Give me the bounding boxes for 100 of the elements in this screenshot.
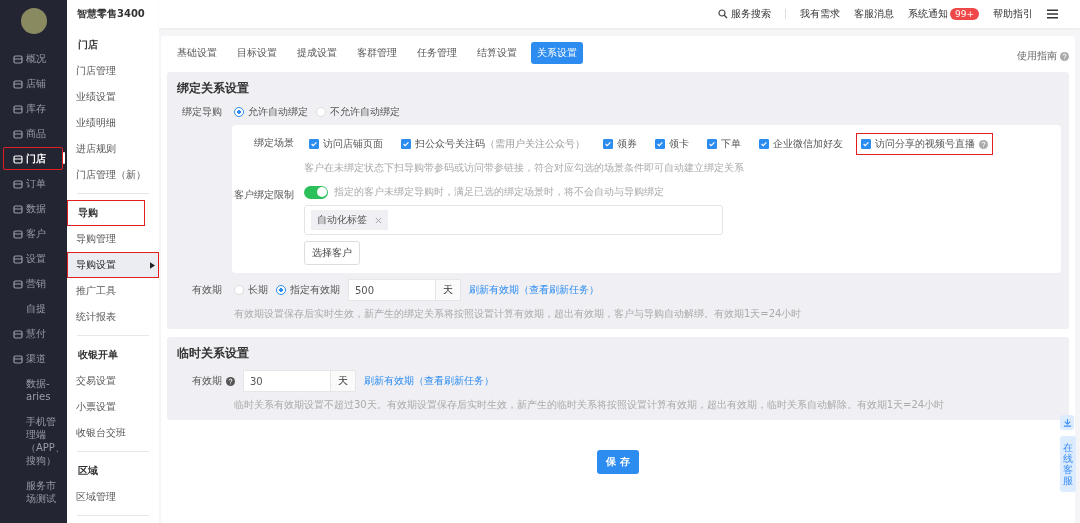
tab[interactable]: 提成设置 — [291, 42, 343, 64]
select-customer-button[interactable]: 选择客户 — [304, 241, 360, 265]
toggle-switch[interactable] — [304, 185, 328, 199]
nav-icon — [13, 228, 23, 239]
submenu-item[interactable]: 收银台交班 — [67, 420, 159, 446]
submenu-item[interactable]: 进店规则 — [67, 136, 159, 162]
nav-icon — [13, 203, 23, 214]
checkbox-option[interactable]: 访问分享的视频号直播 — [856, 133, 993, 155]
menu-group-title: 导购 — [67, 200, 145, 226]
nav-item[interactable]: 订单 — [3, 172, 63, 195]
nav-item[interactable]: 门店 — [3, 147, 63, 170]
avatar-placeholder — [20, 8, 47, 34]
submenu-item[interactable]: 交易设置 — [67, 368, 159, 394]
checkbox[interactable] — [759, 139, 769, 149]
hint-text: 临时关系有效期设置不超过30天。有效期设置保存后实时生效，新产生的临时关系将按照设置计算有效期，超出有效期，临时关系自动解除。有效期1天=24小时 — [233, 398, 946, 412]
submenu-item[interactable]: 门店管理（新） — [67, 162, 159, 188]
checkbox[interactable] — [603, 139, 613, 149]
hint-text: 指定的客户未绑定导购时，满足已选的绑定场景时，将不会自动与导购绑定 — [334, 185, 664, 199]
field-label: 客户绑定限制 — [233, 188, 294, 202]
nav-item[interactable]: 服务市场测试 — [3, 474, 63, 510]
tab[interactable]: 客群管理 — [351, 42, 403, 64]
nav-item[interactable]: 数据 — [3, 197, 63, 220]
checkbox[interactable] — [707, 139, 717, 149]
download-button[interactable] — [1060, 415, 1074, 430]
radio-button[interactable] — [276, 285, 286, 295]
radio-option[interactable]: 长期 — [234, 283, 268, 297]
section-title: 临时关系设置 — [177, 345, 250, 362]
tag: 自动化标签 — [311, 210, 388, 230]
nav-icon — [13, 253, 23, 264]
guide-link[interactable]: 使用指南 — [1017, 49, 1057, 63]
active-indicator — [63, 152, 65, 164]
checkbox-option[interactable]: 扫公众号关注码（需用户关注公众号） — [396, 133, 590, 155]
checkbox[interactable] — [309, 139, 319, 149]
nav-item[interactable]: 自提 — [3, 297, 63, 320]
field-label: 有效期 — [191, 283, 222, 297]
hint-text: 有效期设置保存后实时生效，新产生的绑定关系将按照设置计算有效期，超出有效期，客户与导购自动解绑。有效期1天=24小时 — [233, 307, 803, 321]
nav-item[interactable]: 客户 — [3, 222, 63, 245]
submenu-item[interactable]: 区域管理 — [67, 484, 159, 510]
field-label: 有效期 — [191, 374, 222, 388]
tab[interactable]: 任务管理 — [411, 42, 463, 64]
nav-item[interactable]: 库存 — [3, 97, 63, 120]
nav-item[interactable]: 手机管理端（APP、搜狗） — [3, 410, 63, 472]
radio-option[interactable]: 不允许自动绑定 — [316, 105, 400, 119]
input-field[interactable]: 30 — [243, 370, 331, 392]
help-icon — [979, 139, 988, 149]
nav-item[interactable]: 概况 — [3, 47, 63, 70]
hint-text: 客户在未绑定状态下扫导购带参码或访问带参链接，符合对应勾选的场景条件即可自动建立绑定关系 — [304, 161, 745, 175]
top-link[interactable]: 客服消息 — [854, 7, 894, 21]
service-search-link[interactable]: 服务搜索 — [718, 7, 771, 21]
checkbox[interactable] — [655, 139, 665, 149]
field-label: 绑定场景 — [253, 136, 294, 150]
tab[interactable]: 目标设置 — [231, 42, 283, 64]
menu-group-title: 门店 — [77, 38, 99, 52]
nav-icon — [13, 78, 23, 89]
checkbox-option[interactable]: 领卡 — [650, 133, 694, 155]
nav-icon — [13, 128, 23, 139]
checkbox-option[interactable]: 下单 — [702, 133, 746, 155]
submenu-item[interactable]: 业绩设置 — [67, 84, 159, 110]
nav-item[interactable]: 渠道 — [3, 347, 63, 370]
nav-item[interactable]: 店铺 — [3, 72, 63, 95]
help-link[interactable]: 帮助指引 — [993, 7, 1033, 21]
field-label: 绑定导购 — [181, 105, 222, 119]
section-title: 绑定关系设置 — [177, 80, 250, 97]
nav-item[interactable]: 数据-aries — [3, 372, 63, 408]
tag-field[interactable]: 自动化标签 — [304, 205, 723, 235]
radio-button[interactable] — [234, 107, 244, 117]
submenu-item[interactable]: 导购管理 — [67, 226, 159, 252]
nav-item[interactable]: 营销 — [3, 272, 63, 295]
radio-option[interactable]: 允许自动绑定 — [234, 105, 308, 119]
search-icon — [718, 9, 728, 19]
submenu-item[interactable]: 推广工具 — [67, 278, 159, 304]
tab[interactable]: 基础设置 — [171, 42, 223, 64]
menu-icon[interactable] — [1047, 9, 1058, 19]
submenu-item[interactable]: 小票设置 — [67, 394, 159, 420]
tab[interactable]: 结算设置 — [471, 42, 523, 64]
checkbox[interactable] — [401, 139, 411, 149]
nav-item[interactable]: 慧付 — [3, 322, 63, 345]
submenu-item[interactable]: 导购设置 — [67, 252, 159, 278]
unit-label: 天 — [436, 279, 461, 301]
nav-item[interactable]: 商品 — [3, 122, 63, 145]
nav-item[interactable]: 设置 — [3, 247, 63, 270]
submenu-item[interactable]: 业绩明细 — [67, 110, 159, 136]
checkbox-option[interactable]: 访问店铺页面 — [304, 133, 388, 155]
submenu-item[interactable]: 统计报表 — [67, 304, 159, 330]
close-icon[interactable] — [375, 216, 382, 224]
nav-icon — [13, 53, 23, 64]
help-icon — [1060, 51, 1069, 61]
radio-option[interactable]: 指定有效期 — [276, 283, 340, 297]
top-link[interactable]: 我有需求 — [800, 7, 840, 21]
nav-icon — [13, 153, 23, 164]
checkbox-option[interactable]: 企业微信加好友 — [754, 133, 848, 155]
nav-icon — [13, 353, 23, 364]
checkbox-option[interactable]: 领券 — [598, 133, 642, 155]
notification-link[interactable]: 系统通知 — [908, 7, 948, 21]
checkbox[interactable] — [861, 139, 871, 149]
nav-icon — [13, 328, 23, 339]
count-badge: 99+ — [950, 8, 979, 20]
caret-icon — [150, 261, 155, 269]
submenu-item[interactable]: 门店管理 — [67, 58, 159, 84]
input-field[interactable]: 500 — [348, 279, 436, 301]
